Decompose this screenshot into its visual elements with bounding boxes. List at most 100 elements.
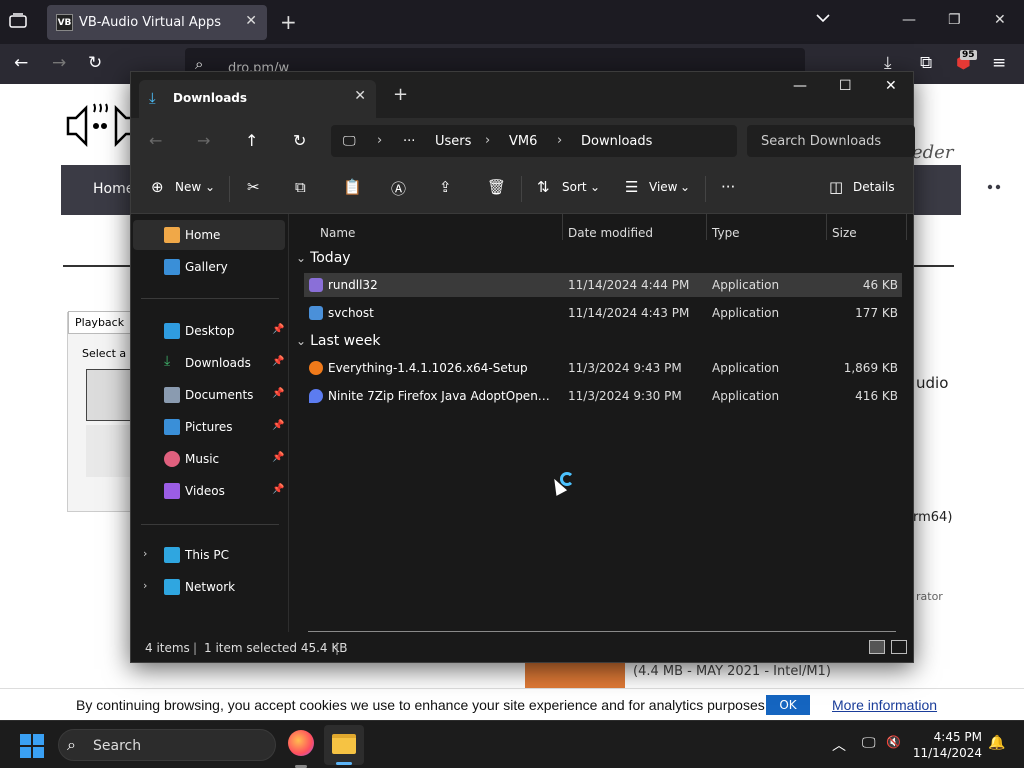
sidebar-item-home[interactable]: Home: [133, 220, 285, 250]
column-header-size[interactable]: Size: [832, 226, 857, 240]
chevron-right-icon[interactable]: ›: [143, 547, 147, 560]
more-information-link[interactable]: More information: [832, 697, 937, 713]
music-icon: [164, 451, 180, 467]
breadcrumb-downloads[interactable]: Downloads: [581, 134, 652, 149]
windows-start-icon[interactable]: [20, 734, 44, 758]
share-icon[interactable]: ⇪: [439, 178, 452, 196]
column-header-date[interactable]: Date modified: [568, 226, 653, 240]
tab-list-icon[interactable]: [8, 12, 30, 32]
close-browser-icon[interactable]: ✕: [994, 12, 1006, 28]
site-menu-home[interactable]: Home: [93, 181, 134, 197]
delete-icon[interactable]: 🗑: [487, 178, 506, 196]
group-header-last-week[interactable]: ⌄ Last week: [296, 333, 380, 349]
search-input[interactable]: Search Downloads: [747, 125, 915, 157]
new-tab-button[interactable]: +: [393, 84, 408, 105]
volume-muted-icon[interactable]: 🔇: [886, 735, 901, 749]
rename-icon[interactable]: Ⓐ: [391, 178, 406, 199]
maximize-icon[interactable]: ☐: [839, 78, 852, 94]
sort-button[interactable]: Sort: [562, 180, 587, 194]
sidebar-item-pictures[interactable]: Pictures 📌: [133, 412, 285, 442]
new-button[interactable]: New: [175, 180, 201, 194]
view-button[interactable]: View: [649, 180, 677, 194]
column-divider[interactable]: [906, 214, 907, 240]
column-divider[interactable]: [826, 214, 827, 240]
downloads-icon[interactable]: ⤓: [884, 53, 892, 73]
close-tab-icon[interactable]: ✕: [245, 13, 257, 29]
sidebar-item-documents[interactable]: Documents 📌: [133, 380, 285, 410]
chevron-up-icon[interactable]: ︿: [832, 735, 846, 755]
chevron-down-icon[interactable]: ⌄: [296, 251, 306, 265]
sort-icon[interactable]: ⇅: [537, 178, 550, 196]
back-icon[interactable]: ←: [149, 131, 162, 150]
sidebar-item-music[interactable]: Music 📌: [133, 444, 285, 474]
chevron-right-icon[interactable]: ›: [485, 133, 490, 148]
new-tab-button[interactable]: +: [280, 10, 297, 34]
details-view-icon[interactable]: [869, 640, 885, 654]
chevron-down-icon[interactable]: ⌄: [680, 180, 690, 194]
explorer-tab-downloads[interactable]: ⤓ Downloads ✕: [139, 80, 376, 118]
more-path-icon[interactable]: ···: [403, 134, 415, 149]
details-pane-icon[interactable]: ◫: [829, 178, 843, 196]
chevron-down-icon[interactable]: ⌄: [296, 334, 306, 348]
tiles-view-icon[interactable]: [891, 640, 907, 654]
discord-icon[interactable]: [979, 175, 1009, 203]
column-divider[interactable]: [562, 214, 563, 240]
sidebar-item-downloads[interactable]: ⤓ Downloads 📌: [133, 348, 285, 378]
chevron-right-icon[interactable]: ›: [143, 579, 147, 592]
copy-icon[interactable]: ⧉: [295, 178, 306, 196]
paste-icon[interactable]: 📋: [343, 178, 362, 196]
chevron-down-icon[interactable]: ⌄: [590, 180, 600, 194]
menu-icon[interactable]: ≡: [992, 53, 1006, 73]
restore-browser-icon[interactable]: ❐: [948, 12, 961, 28]
new-plus-icon[interactable]: ⊕: [151, 178, 164, 196]
sidebar-item-this-pc[interactable]: › This PC: [133, 540, 285, 570]
group-header-today[interactable]: ⌄ Today: [296, 250, 351, 266]
up-icon[interactable]: ↑: [245, 131, 258, 150]
site-text: rator: [916, 590, 943, 603]
sidebar-item-desktop[interactable]: Desktop 📌: [133, 316, 285, 346]
taskbar-search[interactable]: ⌕ Search: [58, 729, 276, 761]
table-row[interactable]: rundll32 11/14/2024 4:44 PM Application …: [304, 273, 902, 297]
breadcrumb-users[interactable]: Users: [435, 134, 471, 149]
this-pc-icon[interactable]: 🖵: [343, 134, 356, 149]
reload-icon[interactable]: ↻: [88, 53, 102, 73]
sidebar-item-videos[interactable]: Videos 📌: [133, 476, 285, 506]
breadcrumb[interactable]: 🖵 › ··· Users › VM6 › Downloads: [331, 125, 737, 157]
minimize-browser-icon[interactable]: —: [902, 12, 916, 28]
sidebar-item-network[interactable]: › Network: [133, 572, 285, 602]
file-explorer-taskbar-button[interactable]: [324, 725, 364, 765]
group-label: Today: [310, 250, 351, 266]
close-tab-icon[interactable]: ✕: [354, 88, 366, 104]
details-button[interactable]: Details: [853, 180, 895, 194]
system-clock[interactable]: 4:45 PM 11/14/2024: [910, 729, 982, 761]
chevron-right-icon[interactable]: ›: [377, 133, 382, 148]
more-options-icon[interactable]: ···: [721, 178, 735, 196]
chevron-right-icon[interactable]: ›: [557, 133, 562, 148]
minimize-icon[interactable]: —: [793, 78, 807, 94]
extensions-icon[interactable]: ⧉: [920, 53, 932, 73]
toolbar-divider: [229, 176, 230, 202]
view-icon[interactable]: ☰: [625, 178, 638, 196]
chevron-down-icon[interactable]: ⌄: [205, 180, 215, 194]
notification-bell-icon[interactable]: 🔔: [988, 735, 1005, 751]
forward-icon[interactable]: →: [52, 53, 66, 73]
network-monitor-icon[interactable]: 🖵: [862, 735, 876, 751]
cut-icon[interactable]: ✂: [247, 178, 260, 196]
column-header-name[interactable]: Name: [320, 226, 355, 240]
refresh-icon[interactable]: ↻: [293, 131, 306, 150]
back-icon[interactable]: ←: [14, 53, 28, 73]
close-window-icon[interactable]: ✕: [885, 78, 897, 94]
table-row[interactable]: Everything-1.4.1.1026.x64-Setup 11/3/202…: [304, 356, 902, 380]
column-header-type[interactable]: Type: [712, 226, 740, 240]
forward-icon[interactable]: →: [197, 131, 210, 150]
table-row[interactable]: Ninite 7Zip Firefox Java AdoptOpenJDK x.…: [304, 384, 902, 408]
firefox-icon[interactable]: [288, 730, 314, 756]
sidebar-item-gallery[interactable]: Gallery: [133, 252, 285, 282]
browser-tab-active[interactable]: VB VB-Audio Virtual Apps ✕: [47, 5, 267, 40]
chevron-down-icon[interactable]: [816, 12, 830, 26]
column-divider[interactable]: [706, 214, 707, 240]
cookie-ok-button[interactable]: OK: [766, 695, 810, 715]
playback-tab[interactable]: Playback: [68, 311, 132, 334]
breadcrumb-vm6[interactable]: VM6: [509, 134, 537, 149]
table-row[interactable]: svchost 11/14/2024 4:43 PM Application 1…: [304, 301, 902, 325]
